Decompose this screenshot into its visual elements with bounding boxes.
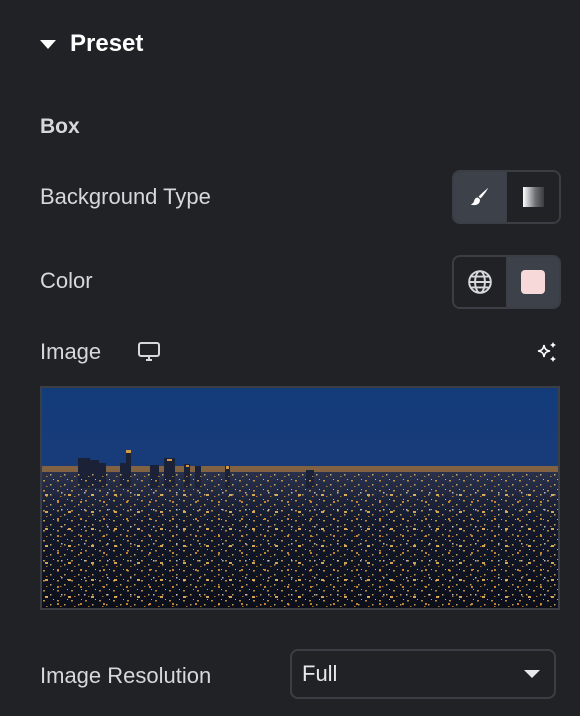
city-skyline-image xyxy=(42,388,558,608)
section-title: Preset xyxy=(70,30,144,57)
background-type-classic-button[interactable] xyxy=(454,172,506,222)
caret-down-icon xyxy=(40,39,56,49)
global-colors-button[interactable] xyxy=(454,257,506,307)
image-resolution-label: Image Resolution xyxy=(40,663,212,688)
color-label: Color xyxy=(40,268,93,293)
image-preview[interactable] xyxy=(40,386,560,610)
background-type-toggle xyxy=(452,170,561,224)
image-resolution-value: Full xyxy=(302,661,338,686)
section-header-preset[interactable]: Preset xyxy=(40,30,143,58)
chevron-down-icon xyxy=(524,670,540,678)
color-swatch xyxy=(521,270,545,294)
group-title: Box xyxy=(40,115,80,138)
color-picker-button[interactable] xyxy=(506,257,559,307)
image-resolution-select[interactable]: Full xyxy=(290,649,556,699)
paintbrush-icon xyxy=(470,187,489,206)
background-type-gradient-button[interactable] xyxy=(506,172,559,222)
globe-icon xyxy=(468,270,492,294)
sparkle-icon[interactable] xyxy=(535,340,559,369)
background-type-label: Background Type xyxy=(40,184,211,209)
image-label: Image xyxy=(40,339,102,364)
color-control xyxy=(452,255,561,309)
gradient-icon xyxy=(522,187,544,207)
desktop-icon[interactable] xyxy=(137,341,161,368)
